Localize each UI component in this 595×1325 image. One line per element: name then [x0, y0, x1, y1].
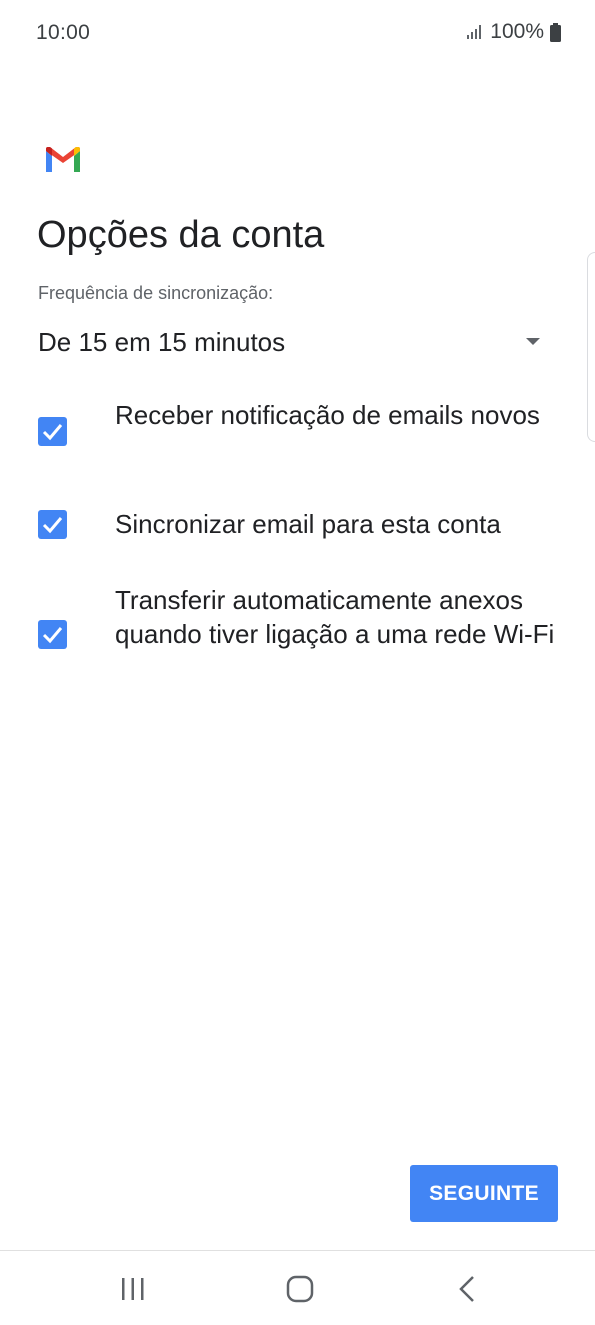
battery-percentage: 100% [490, 20, 544, 43]
next-button[interactable]: SEGUINTE [410, 1165, 558, 1222]
gmail-logo-icon [46, 147, 80, 172]
option-auto-download-attachments[interactable]: Transferir automaticamente anexos quando… [38, 583, 568, 685]
battery-icon [550, 22, 561, 42]
option-label: Transferir automaticamente anexos quando… [115, 585, 555, 649]
status-bar: 10:00 100% [0, 0, 595, 66]
option-label: Receber notificação de emails novos [115, 400, 540, 430]
home-button[interactable] [270, 1271, 330, 1307]
checkbox-checked-icon[interactable] [38, 510, 67, 539]
checkbox-checked-icon[interactable] [38, 417, 67, 446]
back-button[interactable] [437, 1271, 497, 1307]
edge-panel-handle[interactable] [587, 252, 595, 442]
signal-icon [467, 25, 482, 39]
option-notify-new-emails[interactable]: Receber notificação de emails novos [38, 398, 568, 466]
back-icon [459, 1276, 474, 1302]
checkbox-checked-icon[interactable] [38, 620, 67, 649]
page-title: Opções da conta [37, 214, 325, 256]
sync-frequency-dropdown[interactable]: De 15 em 15 minutos [38, 322, 550, 366]
home-icon [286, 1275, 314, 1303]
navigation-bar [0, 1250, 595, 1325]
dropdown-arrow-icon [526, 338, 540, 345]
status-icons: 100% [466, 20, 561, 44]
recent-apps-button[interactable] [103, 1271, 163, 1307]
option-label: Sincronizar email para esta conta [115, 509, 501, 539]
recent-apps-icon [122, 1278, 144, 1300]
option-sync-email[interactable]: Sincronizar email para esta conta [38, 507, 568, 541]
sync-frequency-value: De 15 em 15 minutos [38, 327, 286, 357]
sync-frequency-label: Frequência de sincronização: [38, 283, 274, 303]
status-time: 10:00 [36, 21, 91, 44]
